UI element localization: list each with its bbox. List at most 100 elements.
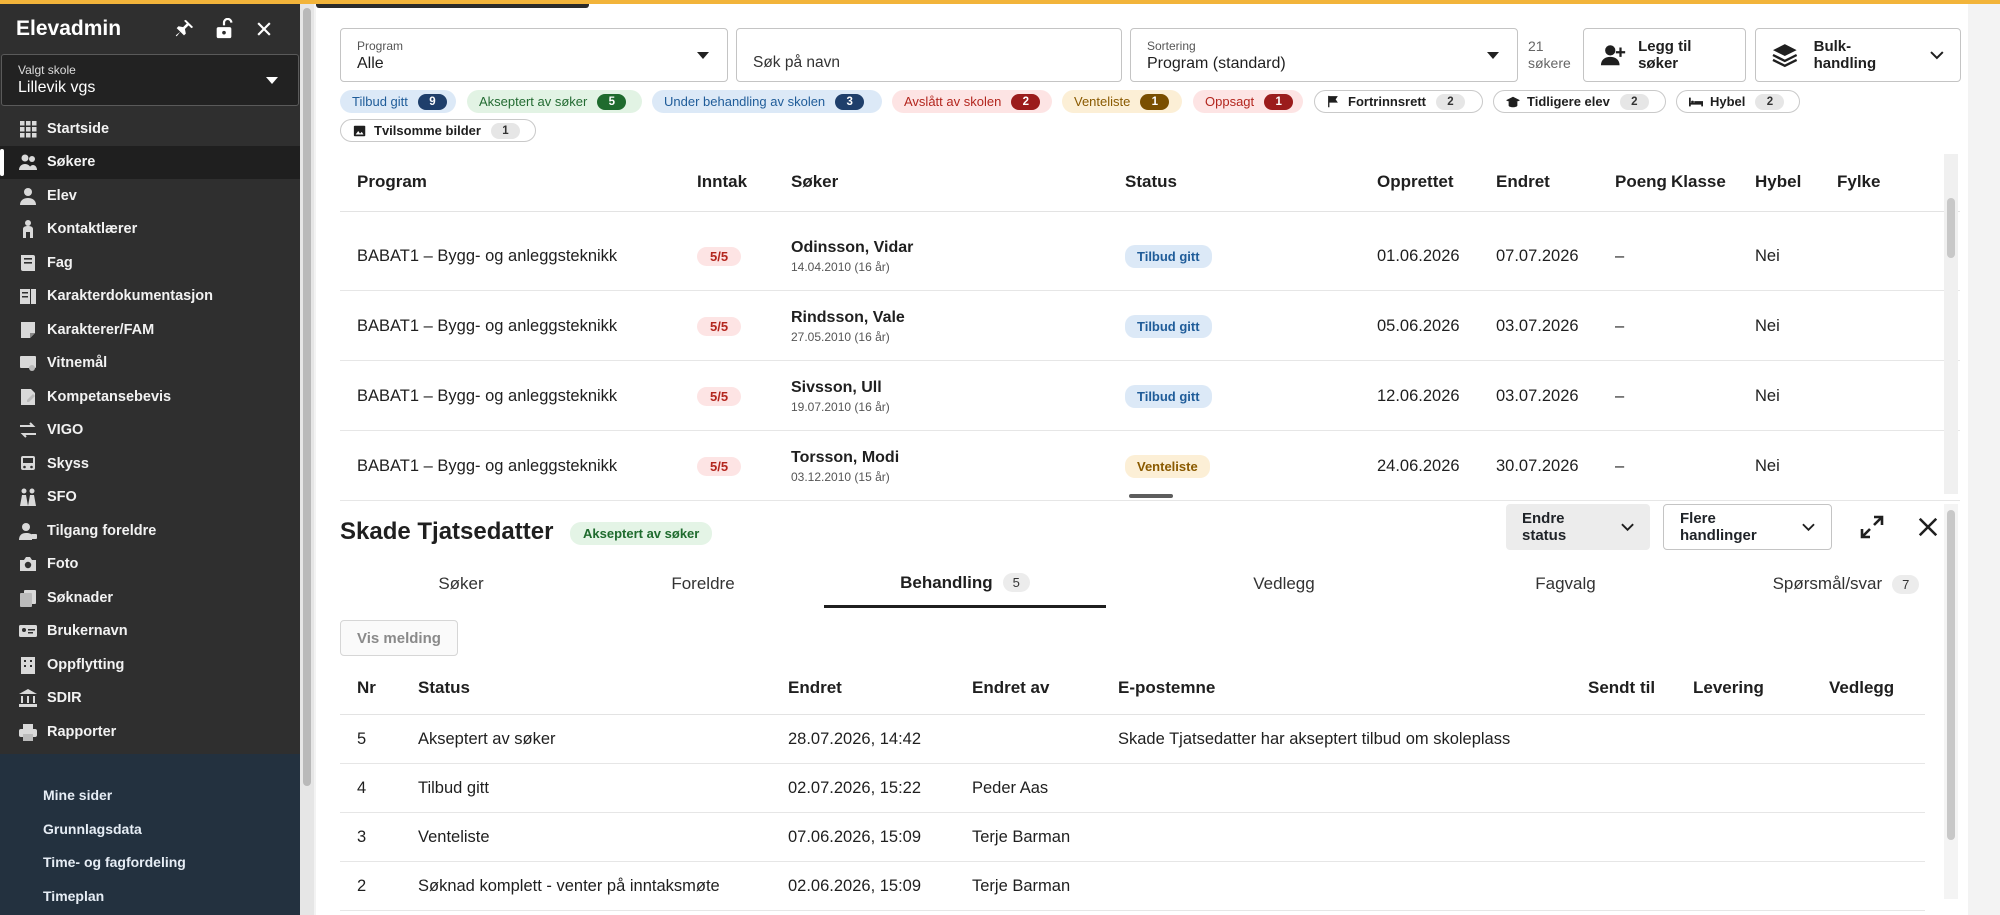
subnav-item[interactable]: Grunnlagsdata: [0, 812, 300, 846]
copy-icon: [18, 588, 38, 608]
sidebar-item-vigo[interactable]: VIGO: [0, 414, 300, 448]
filter-chip-venteliste[interactable]: Venteliste 1: [1062, 90, 1182, 113]
active-top-tab-indicator: [316, 4, 589, 8]
history-email-subject: Skade Tjatsedatter har akseptert tilbud …: [1118, 730, 1511, 748]
sidebar-item-label: Foto: [47, 556, 79, 573]
history-column-header[interactable]: Levering: [1693, 662, 1764, 714]
filter-chip-hybel[interactable]: Hybel 2: [1676, 90, 1800, 113]
column-header[interactable]: Inntak: [697, 154, 747, 210]
sidebar-item-karakterer-fam[interactable]: Karakterer/FAM: [0, 313, 300, 347]
sidebar-item-foto[interactable]: Foto: [0, 548, 300, 582]
history-column-header[interactable]: Endret av: [972, 662, 1049, 714]
search-input[interactable]: Søk på navn: [736, 28, 1122, 82]
applicant-name[interactable]: Torsson, Modi: [791, 449, 899, 467]
add-applicant-button[interactable]: Legg til søker: [1583, 28, 1746, 82]
sidebar-item-kompetansebevis[interactable]: Kompetansebevis: [0, 380, 300, 414]
subnav-item[interactable]: Time- og fagfordeling: [0, 845, 300, 879]
table-scrollbar[interactable]: [1944, 154, 1958, 494]
sidebar-item-oppflytting[interactable]: Oppflytting: [0, 648, 300, 682]
more-actions-button[interactable]: Flere handlinger: [1663, 504, 1832, 550]
subnav-item[interactable]: Timeplan: [0, 879, 300, 913]
expand-icon[interactable]: [1850, 504, 1894, 550]
sidebar-item-søknader[interactable]: Søknader: [0, 581, 300, 615]
filter-chip-tidligere-elev[interactable]: Tidligere elev 2: [1493, 90, 1666, 113]
column-header[interactable]: Søker: [791, 154, 838, 210]
column-header[interactable]: Program: [357, 154, 427, 210]
history-column-header[interactable]: Status: [418, 662, 470, 714]
history-column-header[interactable]: Sendt til: [1588, 662, 1655, 714]
filter-chip-oppsagt[interactable]: Oppsagt 1: [1193, 90, 1303, 113]
sidebar-item-fag[interactable]: Fag: [0, 246, 300, 280]
applicant-name[interactable]: Rindsson, Vale: [791, 309, 905, 327]
changed-cell: 30.07.2026: [1496, 456, 1579, 475]
dorm-cell: Nei: [1755, 246, 1780, 265]
column-header[interactable]: Status: [1125, 154, 1177, 210]
history-column-header[interactable]: Vedlegg: [1829, 662, 1894, 714]
history-column-header[interactable]: Nr: [357, 662, 376, 714]
printer-icon: [18, 722, 38, 742]
sidebar-item-tilgang-foreldre[interactable]: Tilgang foreldre: [0, 514, 300, 548]
sidebar-item-startside[interactable]: Startside: [0, 112, 300, 146]
column-header[interactable]: Opprettet: [1377, 154, 1454, 210]
sidebar-item-søkere[interactable]: Søkere: [0, 145, 300, 179]
history-row[interactable]: 5 Akseptert av søker 28.07.2026, 14:42 Skad…: [340, 715, 1925, 764]
filter-chip-avslått-av-skolen[interactable]: Avslått av skolen 2: [892, 90, 1052, 113]
sidebar-item-kontaktlærer[interactable]: Kontaktlærer: [0, 213, 300, 247]
tab-søker[interactable]: Søker: [340, 560, 582, 608]
sidebar-item-sdir[interactable]: SDIR: [0, 682, 300, 716]
history-changed: 02.06.2026, 15:09: [788, 877, 922, 895]
close-icon[interactable]: [244, 9, 284, 49]
sidebar-item-sfo[interactable]: SFO: [0, 481, 300, 515]
column-header[interactable]: Fylke: [1837, 154, 1880, 210]
history-status: Søknad komplett - venter på inntaksmøte: [418, 877, 720, 895]
column-header[interactable]: Hybel: [1755, 154, 1801, 210]
person-icon: [18, 186, 38, 206]
sidebar-item-rapporter[interactable]: Rapporter: [0, 715, 300, 749]
filter-chip-fortrinnsrett[interactable]: Fortrinnsrett 2: [1314, 90, 1483, 113]
history-column-header[interactable]: Endret: [788, 662, 842, 714]
school-selector[interactable]: Valgt skole Lillevik vgs: [1, 54, 299, 106]
applicant-name[interactable]: Sivsson, Ull: [791, 379, 890, 397]
table-row[interactable]: BABAT1 – Bygg- og anleggsteknikk 5/5 Odins…: [340, 221, 1960, 291]
filter-chip-under-behandling-av-skolen[interactable]: Under behandling av skolen 3: [652, 90, 882, 113]
status-badge: Venteliste: [1125, 454, 1210, 478]
sidebar-item-skyss[interactable]: Skyss: [0, 447, 300, 481]
history-changed-by: Peder Aas: [972, 779, 1049, 797]
history-column-header[interactable]: E-postemne: [1118, 662, 1215, 714]
chevron-down-icon: [1930, 51, 1944, 60]
column-header[interactable]: Poeng: [1615, 154, 1667, 210]
program-cell: BABAT1 – Bygg- og anleggsteknikk: [357, 386, 618, 405]
bulk-action-button[interactable]: Bulk-handling: [1755, 28, 1961, 82]
detail-scrollbar[interactable]: [1944, 504, 1958, 899]
tab-foreldre[interactable]: Foreldre: [582, 560, 824, 608]
filter-chip-tilbud-gitt[interactable]: Tilbud gitt 9: [340, 90, 456, 113]
table-row[interactable]: BABAT1 – Bygg- og anleggsteknikk 5/5 Rinds…: [340, 291, 1960, 361]
resize-handle[interactable]: [1129, 494, 1173, 498]
tab-fagvalg[interactable]: Fagvalg: [1425, 560, 1706, 608]
sidebar-item-karakterdokumentasjon[interactable]: Karakterdokumentasjon: [0, 280, 300, 314]
column-header[interactable]: Endret: [1496, 154, 1550, 210]
change-status-button[interactable]: Endre status: [1506, 504, 1650, 550]
sidebar-scrollbar[interactable]: [300, 4, 314, 915]
history-row[interactable]: 4 Tilbud gitt 02.07.2026, 15:22 Peder Aas: [340, 764, 1925, 813]
sidebar-item-vitnemål[interactable]: Vitnemål: [0, 347, 300, 381]
column-header[interactable]: Klasse: [1671, 154, 1726, 210]
history-row[interactable]: 3 Venteliste 07.06.2026, 15:09 Terje Barman: [340, 813, 1925, 862]
sidebar-item-brukernavn[interactable]: Brukernavn: [0, 615, 300, 649]
sidebar-item-elev[interactable]: Elev: [0, 179, 300, 213]
program-select[interactable]: Program Alle: [340, 28, 728, 82]
pin-icon[interactable]: [164, 9, 204, 49]
tab-behandling[interactable]: Behandling 5: [824, 560, 1106, 608]
unlock-icon[interactable]: [204, 9, 244, 49]
show-message-button[interactable]: Vis melding: [340, 620, 458, 656]
history-row[interactable]: 2 Søknad komplett - venter på inntaksmøte…: [340, 862, 1925, 911]
chip-label: Fortrinnsrett: [1348, 94, 1426, 109]
subnav-item[interactable]: Mine sider: [0, 778, 300, 812]
sort-select[interactable]: Sortering Program (standard): [1130, 28, 1518, 82]
filter-chip-akseptert-av-søker[interactable]: Akseptert av søker 5: [467, 90, 642, 113]
applicant-name[interactable]: Odinsson, Vidar: [791, 239, 913, 257]
tab-vedlegg[interactable]: Vedlegg: [1143, 560, 1425, 608]
filter-chip-tvilsomme-bilder[interactable]: Tvilsomme bilder 1: [340, 119, 536, 142]
table-row[interactable]: BABAT1 – Bygg- og anleggsteknikk 5/5 Sivss…: [340, 361, 1960, 431]
table-row[interactable]: BABAT1 – Bygg- og anleggsteknikk 5/5 Torss…: [340, 431, 1960, 501]
